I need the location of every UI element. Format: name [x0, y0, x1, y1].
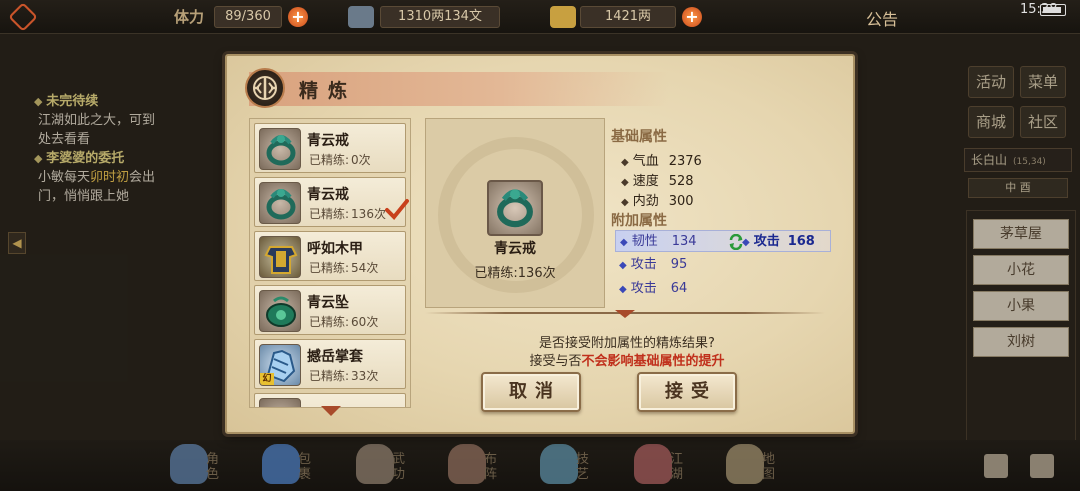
item-refine-count: 已精练: 33次: [309, 369, 379, 383]
illusion-badge: 幻: [260, 373, 274, 385]
confirm-note: 接受与否不会影响基础属性的提升: [529, 354, 725, 369]
add-stamina-button[interactable]: +: [288, 7, 308, 27]
dock-map-button[interactable]: 地图: [726, 444, 786, 488]
bonus-attr-title: 附加属性: [611, 213, 667, 229]
preview-refine-count: 已精练:136次: [474, 266, 556, 281]
bag-icon: [262, 444, 300, 484]
dialog-title: 精炼: [299, 80, 358, 102]
refine-emblem-icon: [245, 68, 285, 108]
item-refine-count: 已精练: 60次: [309, 315, 379, 329]
dock-bag-button[interactable]: 包裹: [262, 444, 322, 488]
silver-value: 1310两134文: [380, 6, 500, 28]
pendant-icon: [259, 290, 301, 332]
item-name: 撼岳掌套: [307, 349, 363, 365]
teapot-icon: [540, 444, 578, 484]
dock-formation-button[interactable]: 布阵: [448, 444, 508, 488]
silver-ingot-icon: [348, 6, 374, 28]
item-name: 青云戒: [307, 187, 349, 203]
preview-item-name: 青云戒: [494, 241, 536, 257]
preview-ring-icon: [487, 180, 543, 236]
list-item-selected[interactable]: 青云戒 已精练: 136次: [254, 177, 409, 227]
refine-dialog: 精炼 青云戒 已精练: 0次 青云戒 已精练: 136次 呼如木甲 已精练: 54次: [225, 54, 855, 434]
item-name: 青云戒: [307, 133, 349, 149]
bonus-attr-row-changed: ◆ 韧性 134 ◆ 攻击 168: [615, 230, 831, 252]
add-gold-button[interactable]: +: [682, 7, 702, 27]
corner-button-right[interactable]: [1030, 454, 1054, 478]
base-attr-row: ◆ 内劲 300: [621, 194, 694, 209]
ring-icon: [259, 398, 301, 407]
map-icon: [726, 444, 764, 484]
base-attr-row: ◆ 气血 2376: [621, 154, 702, 169]
item-refine-count: 已精练: 0次: [309, 153, 371, 167]
role-icon: [170, 444, 208, 484]
accept-button[interactable]: 接受: [637, 372, 737, 412]
base-attr-title: 基础属性: [611, 129, 667, 145]
top-status-bar: [0, 0, 1080, 34]
stamina-label: 体力: [174, 8, 205, 26]
cancel-button[interactable]: 取消: [481, 372, 581, 412]
item-refine-count: 已精练: 136次: [309, 207, 386, 221]
battery-icon: [1040, 4, 1066, 16]
equipment-list[interactable]: 青云戒 已精练: 0次 青云戒 已精练: 136次 呼如木甲 已精练: 54次 青云坠…: [249, 118, 411, 408]
corner-button-left[interactable]: [984, 454, 1008, 478]
bagua-icon: [448, 444, 486, 484]
gold-ingot-icon: [550, 6, 576, 28]
gauntlet-icon: 幻: [259, 344, 301, 386]
bonus-attr-row: ◆ 攻击 95: [619, 257, 688, 272]
notice-button[interactable]: 公告: [866, 6, 898, 30]
gold-value: 1421两: [580, 6, 676, 28]
stamina-value: 89/360: [214, 6, 282, 28]
armor-icon: [259, 236, 301, 278]
item-name: 青云坠: [307, 295, 349, 311]
list-item[interactable]: 呼如木甲 已精练: 54次: [254, 231, 406, 281]
dock-skill-button[interactable]: 技艺: [540, 444, 600, 488]
list-item[interactable]: 幻 撼岳掌套 已精练: 33次: [254, 339, 406, 389]
book-icon: [356, 444, 394, 484]
divider-arrow-icon: [615, 310, 635, 318]
dock-jianghu-button[interactable]: 江湖: [634, 444, 694, 488]
ring-icon: [259, 182, 301, 224]
new-attr: ◆ 攻击 168: [742, 234, 815, 249]
fan-icon: [634, 444, 672, 484]
ring-icon: [259, 128, 301, 170]
confirm-prompt: 是否接受附加属性的精炼结果?: [539, 336, 715, 351]
bonus-attr-row: ◆ 攻击 64: [619, 281, 688, 296]
dock-role-button[interactable]: 角色: [170, 444, 230, 488]
list-item[interactable]: 青云戒 已精练: 0次: [254, 123, 406, 173]
item-refine-count: 已精练: 54次: [309, 261, 379, 275]
list-item[interactable]: 青云坠 已精练: 60次: [254, 285, 406, 335]
scroll-down-arrow-icon[interactable]: [321, 406, 341, 416]
checkmark-icon: [385, 199, 409, 220]
base-attr-row: ◆ 速度 528: [621, 174, 694, 189]
item-name: 呼如木甲: [307, 241, 363, 257]
dock-martial-button[interactable]: 武功: [356, 444, 416, 488]
